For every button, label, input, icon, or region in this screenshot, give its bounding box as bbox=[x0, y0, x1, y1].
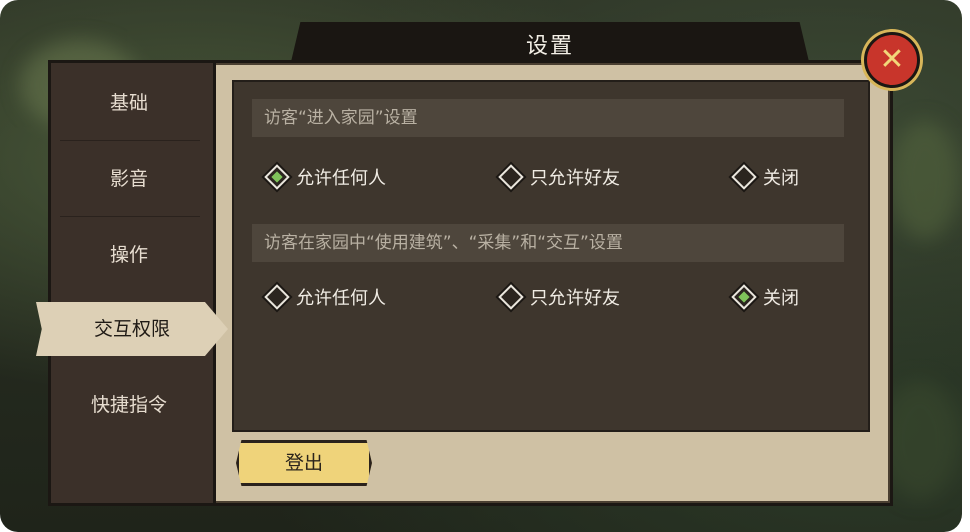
logout-button[interactable]: 登出 bbox=[236, 440, 372, 486]
tab-audio-video[interactable]: 影音 bbox=[48, 142, 210, 216]
option-label: 允许任何人 bbox=[296, 288, 386, 309]
tab-controls[interactable]: 操作 bbox=[48, 218, 210, 292]
option-label: 只允许好友 bbox=[530, 168, 620, 189]
interact-allow-anyone-option[interactable]: 允许任何人 bbox=[264, 284, 386, 310]
radio-diamond-icon bbox=[731, 164, 757, 190]
tab-interaction-permissions[interactable]: 交互权限 bbox=[36, 302, 228, 356]
radio-diamond-icon bbox=[498, 164, 524, 190]
tab-divider bbox=[60, 140, 200, 141]
radio-diamond-icon bbox=[498, 284, 524, 310]
radio-diamond-icon bbox=[731, 284, 757, 310]
radio-diamond-icon bbox=[264, 164, 290, 190]
option-label: 关闭 bbox=[763, 288, 799, 309]
tab-divider bbox=[60, 216, 200, 217]
interact-friends-only-option[interactable]: 只允许好友 bbox=[498, 284, 620, 310]
tab-shortcuts[interactable]: 快捷指令 bbox=[48, 368, 210, 442]
radio-diamond-icon bbox=[264, 284, 290, 310]
close-x-icon: ✕ bbox=[879, 42, 905, 77]
enter-allow-anyone-option[interactable]: 允许任何人 bbox=[264, 164, 386, 190]
option-label: 允许任何人 bbox=[296, 168, 386, 189]
section-header-use-buildings: 访客在家园中“使用建筑”、“采集”和“交互”设置 bbox=[252, 224, 844, 262]
enter-off-option[interactable]: 关闭 bbox=[731, 164, 799, 190]
interact-off-option[interactable]: 关闭 bbox=[731, 284, 799, 310]
option-label: 关闭 bbox=[763, 168, 799, 189]
page-title: 设置 bbox=[525, 34, 574, 59]
tab-basic[interactable]: 基础 bbox=[48, 66, 210, 140]
background-foliage bbox=[890, 120, 960, 240]
option-label: 只允许好友 bbox=[530, 288, 620, 309]
enter-friends-only-option[interactable]: 只允许好友 bbox=[498, 164, 620, 190]
close-button[interactable]: ✕ bbox=[864, 32, 920, 88]
section-header-enter-home: 访客“进入家园”设置 bbox=[252, 99, 844, 137]
